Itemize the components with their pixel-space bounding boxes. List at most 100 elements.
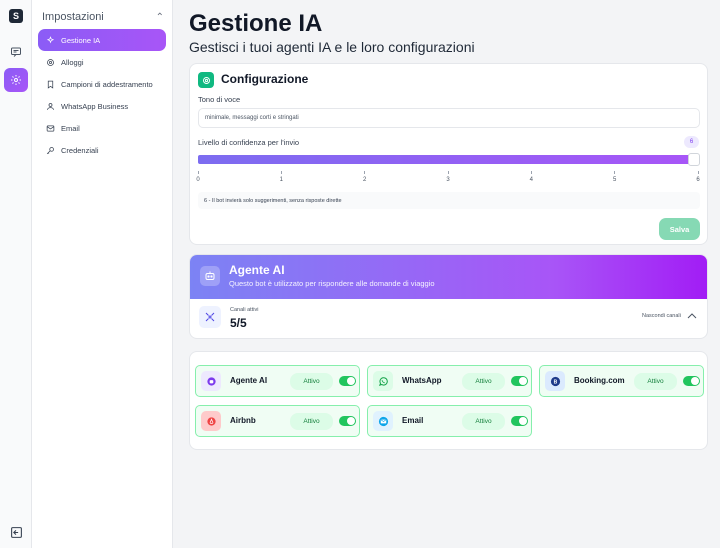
sidebar-item-label: Credenziali: [61, 145, 99, 155]
channels-icon: [199, 306, 221, 328]
channel-name: Agente AI: [230, 376, 268, 385]
gear-icon[interactable]: [4, 68, 28, 92]
tone-input[interactable]: minimale, messaggi corti e stringati: [198, 108, 700, 128]
settings-badge-icon: [198, 72, 214, 88]
confidence-hint: 6 - Il bot invierà solo suggerimenti, se…: [198, 192, 700, 209]
chat-icon[interactable]: [4, 40, 28, 64]
agent-card: Agente AI Questo bot è utilizzato per ri…: [189, 254, 708, 339]
sidebar-item-label: Campioni di addestramento: [61, 79, 153, 89]
configuration-card: Configurazione Tono di voce minimale, me…: [189, 63, 708, 245]
tick-label: 0: [196, 177, 200, 183]
bot-icon: [201, 371, 221, 391]
agent-description: Questo bot è utilizzato per rispondere a…: [229, 279, 435, 288]
sidebar-item-label: Email: [61, 123, 80, 133]
bookmark-icon: [47, 80, 54, 89]
agent-banner: [190, 255, 707, 299]
sparkles-icon: [46, 35, 55, 43]
slider-tick: 4: [526, 171, 536, 183]
channel-toggle[interactable]: [511, 416, 528, 426]
tick-label: 6: [696, 177, 700, 183]
slider-tick: 0: [193, 171, 203, 183]
sidebar-item-label: Gestione IA: [61, 35, 101, 45]
confidence-slider-fill: [198, 155, 698, 164]
save-button[interactable]: Salva: [659, 218, 700, 240]
slider-ticks: 0 1 2 3 4 5 6: [196, 171, 700, 187]
sidebar-item-credenziali[interactable]: Credenziali: [38, 139, 166, 161]
sidebar-item-label: WhatsApp Business: [61, 101, 129, 111]
sidebar-heading[interactable]: Impostazioni ⌃: [42, 11, 164, 23]
tick-mark: [614, 171, 616, 174]
tick-label: 5: [612, 177, 617, 183]
logo-icon[interactable]: S: [9, 9, 23, 23]
channel-status: Attivo: [290, 373, 333, 390]
slider-tick: 2: [360, 171, 370, 183]
channel-name: WhatsApp: [402, 376, 442, 385]
confidence-value-badge: 6: [684, 136, 699, 148]
channel-status: Attivo: [634, 373, 677, 390]
tick-label: 4: [529, 177, 533, 183]
sidebar-item-email[interactable]: Email: [38, 117, 166, 139]
sidebar-item-gestione-ia[interactable]: Gestione IA: [38, 29, 166, 51]
svg-text:B: B: [553, 379, 557, 385]
channel-card-agente-ai: Agente AI Attivo: [195, 365, 360, 397]
channel-name: Booking.com: [574, 376, 625, 385]
icon-rail: S: [0, 0, 32, 548]
hide-channels-label: Nascondi canali: [642, 313, 681, 319]
airbnb-icon: [201, 411, 221, 431]
channel-card-airbnb: Airbnb Attivo: [195, 405, 360, 437]
slider-tick: 5: [610, 171, 620, 183]
channel-name: Airbnb: [230, 416, 256, 425]
channel-card-whatsapp: WhatsApp Attivo: [367, 365, 532, 397]
channel-name: Email: [402, 416, 424, 425]
confidence-label: Livello di confidenza per l'invio: [198, 138, 300, 147]
chevron-up-icon[interactable]: ⌃: [156, 12, 164, 23]
hide-channels-toggle[interactable]: Nascondi canali: [642, 313, 697, 319]
channels-label: Canali attivi: [230, 307, 259, 313]
mail-icon: [46, 125, 55, 131]
user-icon: [47, 102, 54, 110]
tick-mark: [447, 171, 449, 174]
tick-mark: [364, 171, 366, 174]
tick-mark: [530, 171, 532, 174]
channel-toggle[interactable]: [339, 416, 356, 426]
booking-icon: B: [545, 371, 565, 391]
key-icon: [46, 146, 54, 154]
mail-icon: [373, 411, 393, 431]
chevron-up-icon: [687, 313, 697, 319]
sidebar-item-label: Alloggi: [61, 57, 84, 67]
tick-label: 1: [279, 177, 283, 183]
slider-tick: 3: [443, 171, 453, 183]
channel-status: Attivo: [290, 413, 333, 430]
main-content: Gestione IA Gestisci i tuoi agenti IA e …: [173, 0, 720, 548]
slider-tick: 1: [276, 171, 286, 183]
sidebar-heading-label: Impostazioni: [42, 11, 104, 23]
tick-label: 2: [362, 177, 367, 183]
settings-sidebar: Impostazioni ⌃ Gestione IA Alloggi Campi…: [32, 0, 173, 548]
page-subtitle: Gestisci i tuoi agenti IA e le loro conf…: [189, 39, 475, 55]
tick-mark: [697, 171, 699, 174]
gear-icon: [47, 58, 54, 66]
channels-grid: Agente AI Attivo WhatsApp Attivo B Booki…: [189, 351, 708, 450]
page-title: Gestione IA: [189, 10, 323, 37]
logout-icon[interactable]: [4, 520, 28, 544]
channels-count: 5/5: [230, 316, 247, 330]
slider-tick: 6: [693, 171, 703, 183]
sidebar-item-whatsapp-business[interactable]: WhatsApp Business: [38, 95, 166, 117]
sidebar-item-campioni[interactable]: Campioni di addestramento: [38, 73, 166, 95]
tick-label: 3: [446, 177, 450, 183]
tone-label: Tono di voce: [198, 95, 241, 104]
whatsapp-icon: [373, 371, 393, 391]
sidebar-item-alloggi[interactable]: Alloggi: [38, 51, 166, 73]
channel-toggle[interactable]: [339, 376, 356, 386]
channel-toggle[interactable]: [683, 376, 700, 386]
channel-card-booking: B Booking.com Attivo: [539, 365, 704, 397]
channel-toggle[interactable]: [511, 376, 528, 386]
channel-card-email: Email Attivo: [367, 405, 532, 437]
confidence-slider-handle[interactable]: [688, 153, 700, 166]
bot-icon: [200, 266, 220, 286]
channel-status: Attivo: [462, 413, 505, 430]
configuration-title: Configurazione: [221, 72, 309, 86]
confidence-slider-track[interactable]: [198, 155, 698, 164]
channel-status: Attivo: [462, 373, 505, 390]
tick-mark: [197, 171, 199, 174]
